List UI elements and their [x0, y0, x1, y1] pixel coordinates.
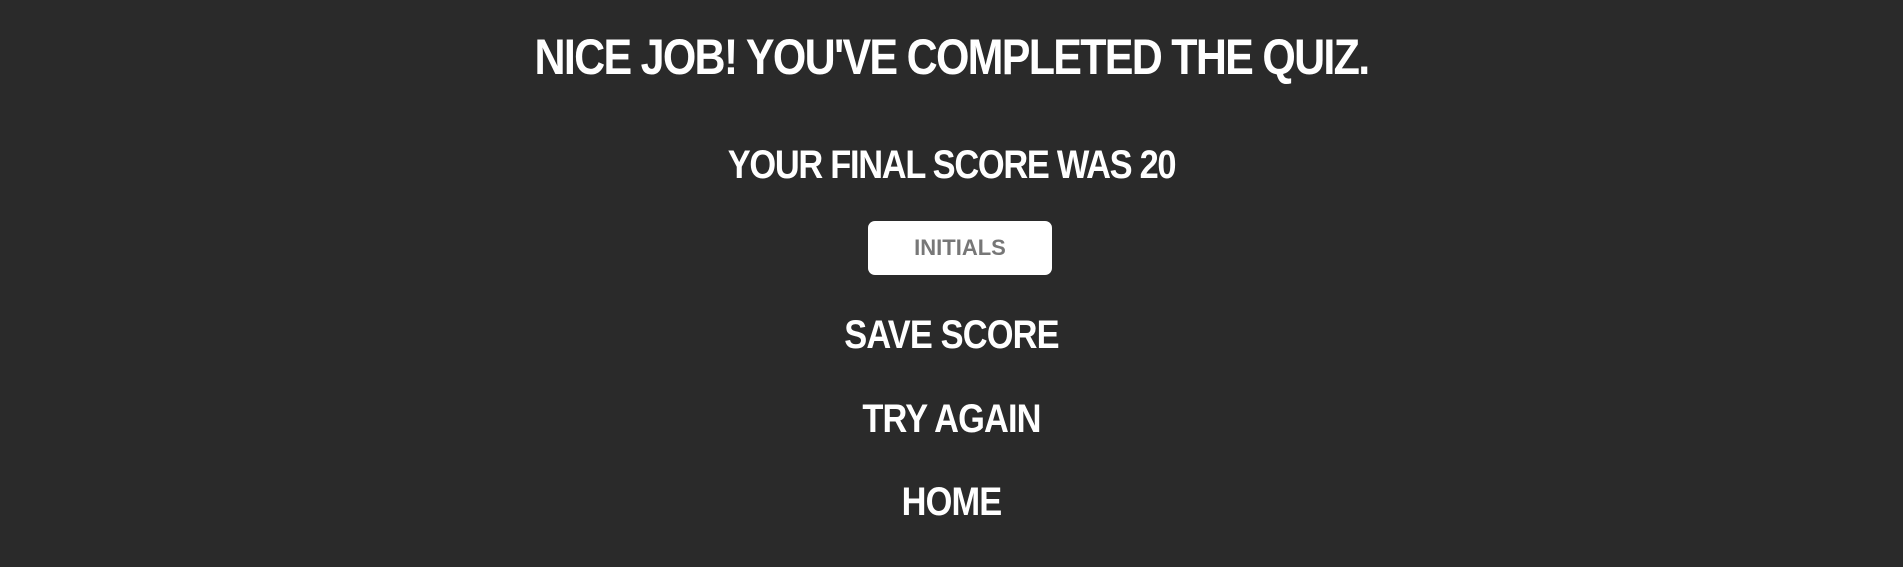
completion-title: NICE JOB! YOU'VE COMPLETED THE QUIZ. — [534, 29, 1371, 85]
home-button[interactable]: HOME — [133, 476, 1770, 528]
try-again-button[interactable]: TRY AGAIN — [133, 393, 1770, 445]
save-score-button[interactable]: SAVE SCORE — [133, 309, 1770, 361]
initials-input[interactable] — [868, 221, 1052, 275]
final-score-text: YOUR FINAL SCORE WAS 20 — [727, 143, 1177, 187]
quiz-complete-screen: NICE JOB! YOU'VE COMPLETED THE QUIZ. YOU… — [0, 0, 1903, 567]
